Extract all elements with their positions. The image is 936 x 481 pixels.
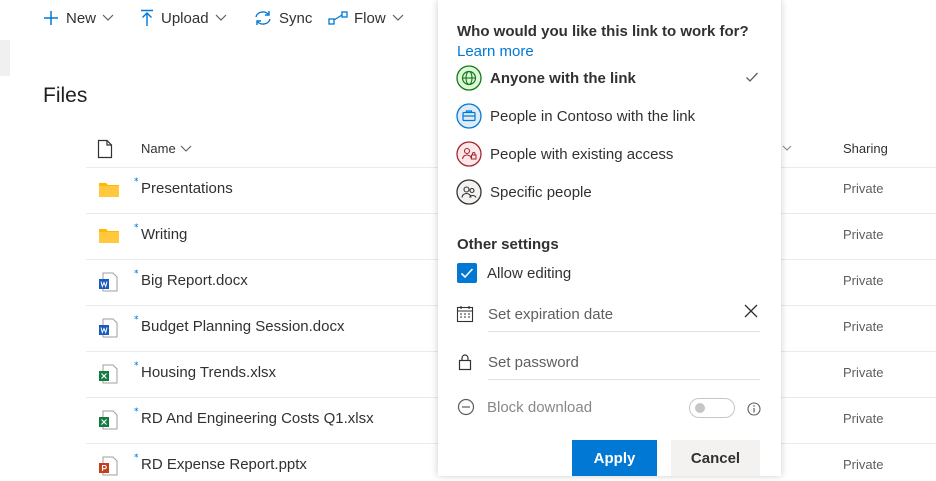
people-icon <box>456 179 482 205</box>
file-name[interactable]: RD And Engineering Costs Q1.xlsx <box>141 410 374 427</box>
new-label: New <box>66 9 97 27</box>
upload-button[interactable]: Upload <box>139 6 227 30</box>
other-settings-heading: Other settings <box>457 236 559 253</box>
calendar-icon <box>456 305 474 328</box>
option-label: People in Contoso with the link <box>490 107 696 125</box>
folder-icon <box>98 226 120 249</box>
link-question-text: Who would you like this link to work for… <box>457 23 749 40</box>
left-nav-edge <box>0 40 10 76</box>
file-name[interactable]: Writing <box>141 226 187 243</box>
name-column-label: Name <box>141 141 176 156</box>
plus-icon <box>44 11 58 25</box>
toggle-knob <box>695 403 705 413</box>
word-file-icon <box>98 318 118 343</box>
apply-button[interactable]: Apply <box>572 440 657 476</box>
option-people-in-contoso[interactable]: People in Contoso with the link <box>456 101 766 131</box>
sharing-status: Private <box>843 181 884 196</box>
file-type-column-header[interactable] <box>97 139 113 164</box>
powerpoint-file-icon <box>98 456 118 481</box>
chevron-down-icon <box>180 145 192 152</box>
file-name[interactable]: RD Expense Report.pptx <box>141 456 307 473</box>
checkbox-checked-icon <box>457 263 477 283</box>
upload-label: Upload <box>161 9 209 27</box>
option-label: Anyone with the link <box>490 69 636 87</box>
sharing-status: Private <box>843 411 884 426</box>
sync-button[interactable]: Sync <box>253 6 312 30</box>
clear-date-button[interactable] <box>744 304 758 323</box>
folder-icon <box>98 180 120 203</box>
option-label: Specific people <box>490 183 592 201</box>
file-name[interactable]: Presentations <box>141 180 233 197</box>
option-label: People with existing access <box>490 145 674 163</box>
new-item-icon: ⁎ <box>134 449 139 459</box>
upload-icon <box>141 9 153 26</box>
flow-icon <box>328 11 348 25</box>
allow-editing-checkbox[interactable]: Allow editing <box>457 263 571 283</box>
word-file-icon <box>98 272 118 297</box>
block-download-label: Block download <box>487 398 593 416</box>
block-icon <box>457 398 475 416</box>
new-button[interactable]: New <box>42 6 114 30</box>
flow-button[interactable]: Flow <box>328 6 404 30</box>
expiration-date-field[interactable]: Set expiration date <box>488 301 760 332</box>
sharing-status: Private <box>843 273 884 288</box>
new-item-icon: ⁎ <box>134 311 139 321</box>
people-lock-icon <box>456 141 482 167</box>
sharing-status: Private <box>843 457 884 472</box>
info-icon[interactable] <box>747 402 761 421</box>
option-specific-people[interactable]: Specific people <box>456 177 766 207</box>
document-icon <box>97 139 113 159</box>
new-item-icon: ⁎ <box>134 265 139 275</box>
new-item-icon: ⁎ <box>134 219 139 229</box>
sharing-status: Private <box>843 365 884 380</box>
file-name[interactable]: Housing Trends.xlsx <box>141 364 276 381</box>
password-placeholder: Set password <box>488 354 579 371</box>
cancel-button[interactable]: Cancel <box>671 440 760 476</box>
briefcase-icon <box>456 103 482 129</box>
excel-file-icon <box>98 410 118 435</box>
password-field[interactable]: Set password <box>488 349 760 380</box>
name-column-header[interactable]: Name <box>141 141 192 156</box>
sync-icon <box>255 11 271 25</box>
new-item-icon: ⁎ <box>134 403 139 413</box>
new-item-icon: ⁎ <box>134 357 139 367</box>
page-title: Files <box>43 84 88 107</box>
allow-editing-label: Allow editing <box>487 264 572 282</box>
lock-icon <box>458 353 472 376</box>
link-question: Who would you like this link to work for… <box>457 22 757 62</box>
column-chevron-icon[interactable] <box>782 140 792 158</box>
sharing-status: Private <box>843 227 884 242</box>
globe-icon <box>456 65 482 91</box>
file-name[interactable]: Budget Planning Session.docx <box>141 318 344 335</box>
link-settings-panel: Who would you like this link to work for… <box>438 0 781 476</box>
selected-check-icon <box>745 70 759 88</box>
excel-file-icon <box>98 364 118 389</box>
flow-label: Flow <box>354 9 386 27</box>
sharing-column-header[interactable]: Sharing <box>843 141 888 156</box>
learn-more-link[interactable]: Learn more <box>457 43 534 60</box>
block-download-setting: Block download <box>457 398 592 416</box>
chevron-down-icon <box>215 14 226 21</box>
expiration-placeholder: Set expiration date <box>488 306 614 323</box>
chevron-down-icon <box>392 14 404 21</box>
close-icon <box>744 304 758 318</box>
block-download-toggle[interactable] <box>689 398 735 418</box>
sync-label: Sync <box>279 9 313 27</box>
file-name[interactable]: Big Report.docx <box>141 272 248 289</box>
sharing-status: Private <box>843 319 884 334</box>
option-anyone-with-link[interactable]: Anyone with the link <box>456 63 766 93</box>
option-existing-access[interactable]: People with existing access <box>456 139 766 169</box>
chevron-down-icon <box>102 14 114 21</box>
new-item-icon: ⁎ <box>134 173 139 183</box>
